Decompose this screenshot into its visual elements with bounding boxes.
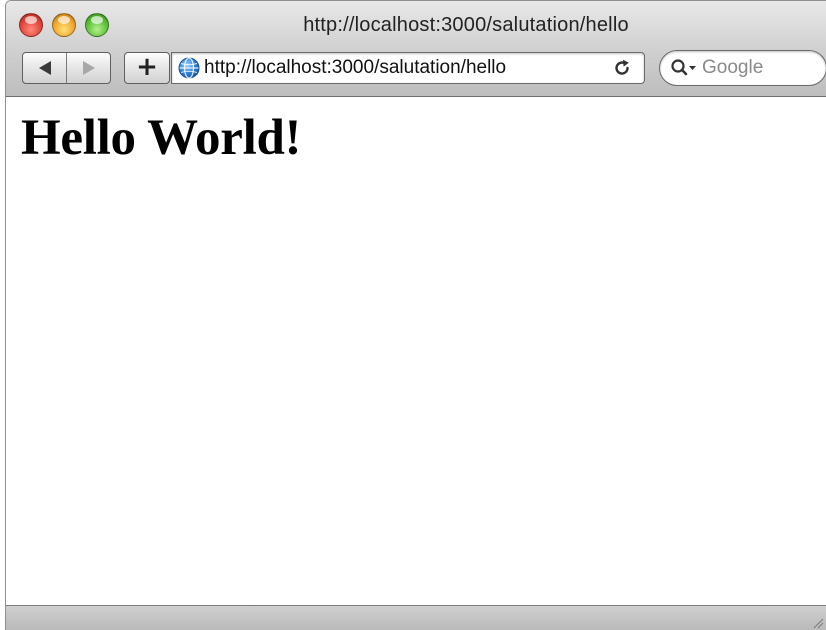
navigation-buttons bbox=[22, 52, 111, 84]
resize-grip-icon[interactable] bbox=[810, 615, 824, 629]
url-text[interactable]: http://localhost:3000/salutation/hello bbox=[204, 57, 594, 79]
status-bar bbox=[6, 605, 826, 630]
browser-window: http://localhost:3000/salutation/hello + bbox=[5, 0, 826, 630]
page-content: Hello World! bbox=[6, 97, 826, 605]
forward-arrow-icon bbox=[82, 61, 95, 75]
forward-button[interactable] bbox=[66, 53, 110, 83]
plus-icon: + bbox=[136, 52, 158, 82]
minimize-window-button[interactable] bbox=[52, 13, 76, 37]
search-icon bbox=[671, 59, 696, 76]
page-heading: Hello World! bbox=[21, 110, 302, 166]
close-window-button[interactable] bbox=[19, 13, 43, 37]
add-bookmark-button[interactable]: + bbox=[124, 52, 170, 84]
address-bar[interactable]: http://localhost:3000/salutation/hello bbox=[171, 52, 645, 84]
back-arrow-icon bbox=[38, 61, 51, 75]
zoom-window-button[interactable] bbox=[85, 13, 109, 37]
search-field[interactable] bbox=[659, 50, 826, 86]
browser-toolbar: http://localhost:3000/salutation/hello + bbox=[6, 1, 826, 97]
window-title: http://localhost:3000/salutation/hello bbox=[303, 14, 629, 36]
globe-icon bbox=[178, 57, 200, 79]
back-button[interactable] bbox=[23, 53, 66, 83]
reload-icon[interactable] bbox=[612, 58, 632, 78]
search-input[interactable] bbox=[698, 57, 812, 79]
